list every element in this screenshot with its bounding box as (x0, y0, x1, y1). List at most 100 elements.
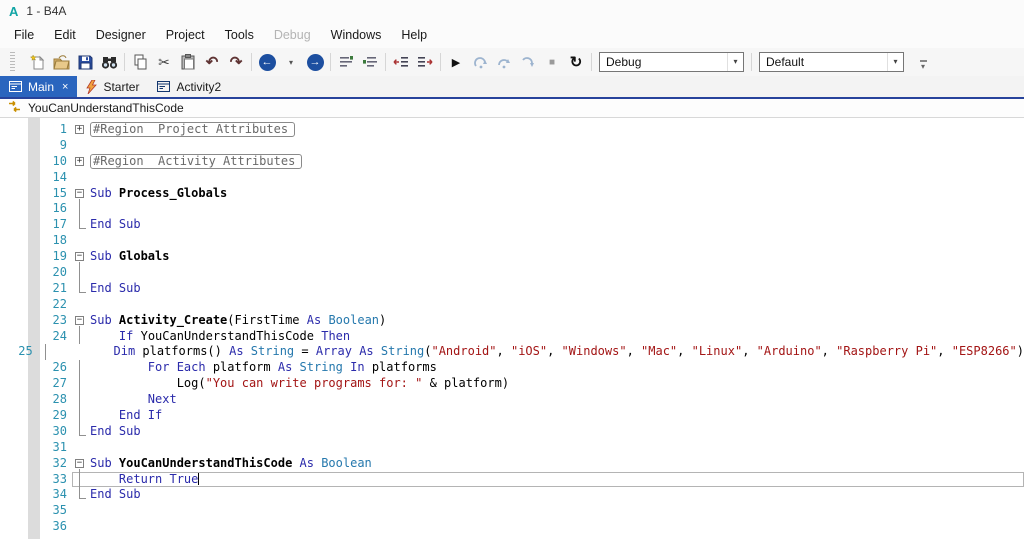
code-line[interactable]: 33 Return True (0, 471, 1024, 488)
cut-button[interactable]: ✂ (152, 50, 176, 74)
code-line[interactable]: 26 For Each platform As String In platfo… (0, 360, 1024, 377)
indent-button[interactable] (413, 50, 437, 74)
code-line[interactable]: 34 End Sub (0, 487, 1024, 503)
code-text[interactable]: Sub Globals (90, 249, 1024, 265)
open-project-button[interactable] (49, 50, 73, 74)
menu-windows[interactable]: Windows (321, 24, 392, 46)
code-line[interactable]: 25 Dim platforms() As String = Array As … (0, 344, 1024, 361)
comment-button[interactable] (334, 50, 358, 74)
fold-margin[interactable]: − (72, 186, 90, 202)
code-line[interactable]: 10 + #Region Activity Attributes (0, 153, 1024, 170)
rebuild-button[interactable]: ↻ (564, 50, 588, 74)
code-line[interactable]: 36 (0, 519, 1024, 535)
fold-margin[interactable]: + (72, 122, 90, 138)
navigate-forward-button[interactable]: → (303, 50, 327, 74)
code-line[interactable]: 24 If YouCanUnderstandThisCode Then (0, 328, 1024, 345)
navigate-back-button[interactable]: ← (255, 50, 279, 74)
code-line[interactable]: 21 End Sub (0, 280, 1024, 297)
collapse-region-icon[interactable]: − (75, 458, 84, 468)
close-tab-icon[interactable]: × (62, 81, 68, 93)
code-text[interactable]: Next (90, 392, 1024, 408)
save-button[interactable] (73, 50, 97, 74)
step-into-button[interactable] (516, 50, 540, 74)
redo-button[interactable]: ↷ (224, 50, 248, 74)
code-line[interactable]: 17 End Sub (0, 217, 1024, 233)
code-line[interactable]: 16 (0, 201, 1024, 218)
code-text[interactable]: #Region Project Attributes (90, 122, 1024, 138)
code-text[interactable]: End If (90, 408, 1024, 424)
collapse-region-icon[interactable]: − (75, 315, 84, 325)
code-editor[interactable]: 1 + #Region Project Attributes 9 10 + #Region … (0, 118, 1024, 539)
code-text[interactable]: Dim platforms() As String = Array As Str… (56, 344, 1024, 360)
toolbar-overflow-button[interactable]: ▾ (908, 50, 932, 74)
code-text[interactable]: End Sub (90, 487, 1024, 503)
find-button[interactable] (97, 50, 121, 74)
menu-file[interactable]: File (4, 24, 44, 46)
collapsed-region-box[interactable]: #Region Activity Attributes (90, 153, 303, 169)
tab-starter[interactable]: Starter (77, 76, 148, 97)
collapse-region-icon[interactable]: − (75, 252, 84, 262)
code-text[interactable]: Sub Activity_Create(FirstTime As Boolean… (90, 313, 1024, 329)
code-text[interactable]: Log("You can write programs for: " & pla… (90, 376, 1024, 392)
code-text[interactable] (90, 503, 1024, 519)
code-text[interactable]: Return True (90, 472, 1024, 488)
code-line[interactable]: 15− Sub Process_Globals (0, 186, 1024, 202)
paste-button[interactable] (176, 50, 200, 74)
fold-margin[interactable]: + (72, 154, 90, 170)
code-text[interactable] (90, 297, 1024, 313)
build-mode-select[interactable]: Debug ▾ (599, 52, 744, 72)
code-line[interactable]: 20 (0, 265, 1024, 281)
code-line[interactable]: 9 (0, 138, 1024, 154)
code-line[interactable]: 31 (0, 440, 1024, 456)
expand-region-icon[interactable]: + (75, 156, 84, 166)
code-line[interactable]: 22 (0, 297, 1024, 313)
code-line[interactable]: 29 End If (0, 408, 1024, 424)
code-text[interactable]: Sub YouCanUnderstandThisCode As Boolean (90, 456, 1024, 472)
code-text[interactable]: If YouCanUnderstandThisCode Then (90, 329, 1024, 345)
menu-edit[interactable]: Edit (44, 24, 86, 46)
code-navigation-bar[interactable]: YouCanUnderstandThisCode (0, 99, 1024, 118)
code-text[interactable] (90, 519, 1024, 535)
code-line[interactable]: 32− Sub YouCanUnderstandThisCode As Boole… (0, 456, 1024, 472)
fold-margin[interactable]: − (72, 456, 90, 472)
uncomment-button[interactable] (358, 50, 382, 74)
code-text[interactable] (90, 440, 1024, 456)
code-text[interactable]: Sub Process_Globals (90, 186, 1024, 202)
undo-button[interactable]: ↶ (200, 50, 224, 74)
outdent-button[interactable] (389, 50, 413, 74)
copy-button[interactable] (128, 50, 152, 74)
code-text[interactable] (90, 170, 1024, 186)
code-text[interactable]: End Sub (90, 281, 1024, 297)
expand-region-icon[interactable]: + (75, 125, 84, 134)
build-configuration-select[interactable]: Default ▾ (759, 52, 904, 72)
run-button[interactable]: ▶ (444, 50, 468, 74)
collapsed-region-box[interactable]: #Region Project Attributes (90, 122, 296, 137)
stop-button[interactable]: ■ (540, 50, 564, 74)
code-text[interactable] (90, 138, 1024, 154)
collapse-region-icon[interactable]: − (75, 188, 84, 198)
chevron-down-icon[interactable]: ▾ (727, 53, 743, 71)
code-line[interactable]: 18 (0, 233, 1024, 249)
navigate-back-dropdown[interactable]: ▾ (279, 50, 303, 74)
fold-margin[interactable]: − (72, 313, 90, 329)
menu-tools[interactable]: Tools (215, 24, 264, 46)
resume-button[interactable] (468, 50, 492, 74)
code-text[interactable]: End Sub (90, 424, 1024, 440)
code-line[interactable]: 14 (0, 170, 1024, 186)
code-line[interactable]: 19− Sub Globals (0, 249, 1024, 266)
code-line[interactable]: 27 Log("You can write programs for: " & … (0, 376, 1024, 393)
menu-project[interactable]: Project (156, 24, 215, 46)
new-project-button[interactable] (25, 50, 49, 74)
code-text[interactable]: For Each platform As String In platforms (90, 360, 1024, 376)
code-text[interactable]: End Sub (90, 217, 1024, 233)
code-line[interactable]: 1 + #Region Project Attributes (0, 122, 1024, 138)
tab-activity2[interactable]: Activity2 (148, 76, 230, 97)
fold-margin[interactable]: − (72, 249, 90, 266)
menu-designer[interactable]: Designer (86, 24, 156, 46)
menu-help[interactable]: Help (391, 24, 437, 46)
code-text[interactable]: #Region Activity Attributes (90, 153, 1024, 170)
code-text[interactable] (90, 265, 1024, 281)
code-line[interactable]: 35 (0, 503, 1024, 519)
code-line[interactable]: 30 End Sub (0, 423, 1024, 440)
tab-main[interactable]: Main × (0, 76, 78, 97)
